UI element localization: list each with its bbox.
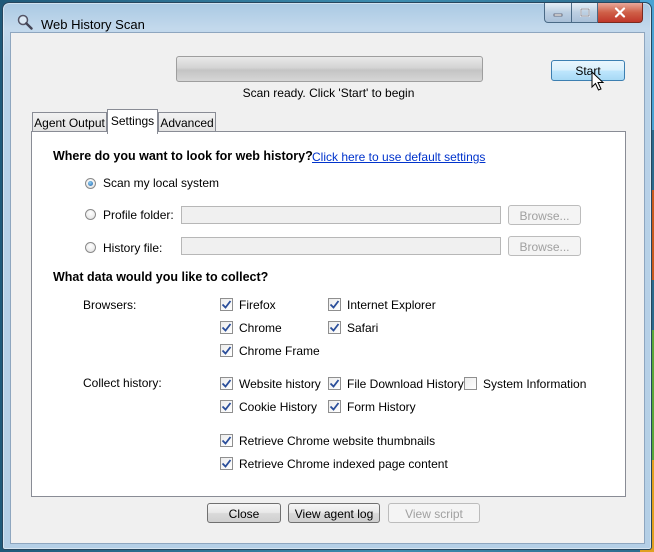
chrome-frame-label: Chrome Frame (239, 344, 320, 358)
history-file-label: History file: (103, 241, 163, 255)
magnifier-icon (17, 14, 33, 30)
checkmark-icon (221, 300, 232, 309)
profile-folder-radio[interactable] (85, 209, 96, 220)
settings-panel: Where do you want to look for web histor… (31, 131, 626, 497)
chrome-thumbnails-checkbox[interactable] (220, 434, 233, 447)
view-script-button[interactable]: View script (388, 503, 480, 523)
website-history-label: Website history (239, 377, 321, 391)
website-history-checkbox[interactable] (220, 377, 233, 390)
where-heading: Where do you want to look for web histor… (53, 149, 313, 163)
collect-history-label: Collect history: (83, 376, 162, 390)
system-info-checkbox[interactable] (464, 377, 477, 390)
form-history-label: Form History (347, 400, 416, 414)
browse-history-button[interactable]: Browse... (508, 236, 581, 256)
checkmark-icon (329, 300, 340, 309)
safari-label: Safari (347, 321, 379, 335)
start-button[interactable]: Start (551, 60, 625, 81)
scan-local-label: Scan my local system (103, 176, 220, 190)
chrome-indexed-checkbox[interactable] (220, 457, 233, 470)
checkmark-icon (221, 346, 232, 355)
checkmark-icon (221, 379, 232, 388)
scan-progress-bar (176, 56, 483, 82)
browse-profile-button[interactable]: Browse... (508, 205, 581, 225)
chrome-indexed-label: Retrieve Chrome indexed page content (239, 457, 448, 471)
close-icon (614, 7, 626, 18)
view-agent-log-button[interactable]: View agent log (288, 503, 380, 523)
mouse-cursor-icon (591, 71, 605, 91)
minimize-button[interactable] (544, 3, 572, 23)
caption-buttons (544, 3, 643, 23)
file-download-checkbox[interactable] (328, 377, 341, 390)
window-title: Web History Scan (41, 17, 145, 32)
history-file-radio[interactable] (85, 242, 96, 253)
maximize-icon (579, 8, 590, 17)
cookie-history-label: Cookie History (239, 400, 318, 414)
checkmark-icon (221, 402, 232, 411)
chrome-label: Chrome (239, 321, 282, 335)
cookie-history-checkbox[interactable] (220, 400, 233, 413)
safari-checkbox[interactable] (328, 321, 341, 334)
form-history-checkbox[interactable] (328, 400, 341, 413)
maximize-button[interactable] (572, 3, 598, 23)
main-window: Web History Scan Scan ready. Click 'Star… (2, 2, 652, 550)
checkmark-icon (329, 323, 340, 332)
history-file-input[interactable] (181, 237, 501, 255)
chrome-frame-checkbox[interactable] (220, 344, 233, 357)
system-info-label: System Information (483, 377, 587, 391)
browsers-label: Browsers: (83, 298, 137, 312)
checkmark-icon (329, 379, 340, 388)
minimize-icon (553, 13, 563, 16)
checkmark-icon (221, 436, 232, 445)
ie-checkbox[interactable] (328, 298, 341, 311)
collect-heading: What data would you like to collect? (53, 270, 269, 284)
checkmark-icon (221, 323, 232, 332)
firefox-checkbox[interactable] (220, 298, 233, 311)
chrome-checkbox[interactable] (220, 321, 233, 334)
close-button[interactable]: Close (207, 503, 281, 523)
scan-local-radio[interactable] (85, 178, 96, 189)
firefox-label: Firefox (239, 298, 276, 312)
tab-agent-output[interactable]: Agent Output (32, 112, 107, 132)
tab-advanced[interactable]: Advanced (158, 112, 216, 132)
checkmark-icon (329, 402, 340, 411)
status-text: Scan ready. Click 'Start' to begin (242, 86, 415, 100)
profile-folder-input[interactable] (181, 206, 501, 224)
close-window-button[interactable] (598, 3, 643, 23)
default-settings-link[interactable]: Click here to use default settings (312, 150, 485, 164)
tab-settings[interactable]: Settings (107, 109, 158, 134)
client-area: Scan ready. Click 'Start' to begin Start… (10, 32, 645, 544)
ie-label: Internet Explorer (347, 298, 436, 312)
file-download-label: File Download History (347, 377, 464, 391)
profile-folder-label: Profile folder: (103, 208, 174, 222)
chrome-thumbnails-label: Retrieve Chrome website thumbnails (239, 434, 436, 448)
checkmark-icon (221, 459, 232, 468)
